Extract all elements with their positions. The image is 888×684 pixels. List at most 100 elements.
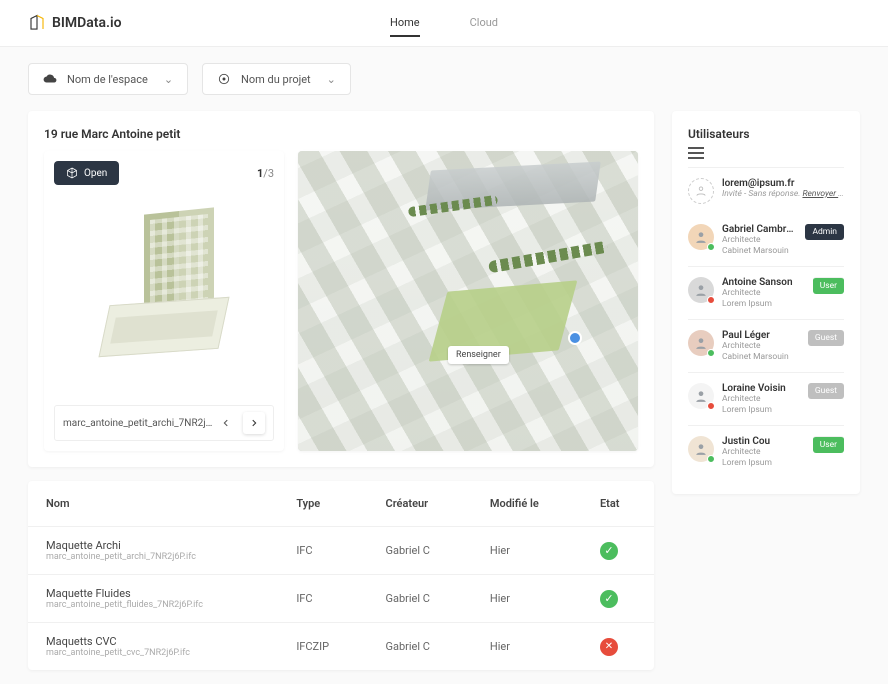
pending-email: lorem@ipsum.fr <box>722 178 844 189</box>
users-title: Utilisateurs <box>688 127 750 141</box>
avatar <box>688 436 714 462</box>
user-org: Lorem Ipsum <box>722 299 805 309</box>
chevron-left-icon <box>221 418 231 428</box>
users-panel: Utilisateurs lorem@ipsum.fr Invité - San… <box>672 111 860 494</box>
user-row[interactable]: Loraine Voisin Architecte Lorem Ipsum Gu… <box>688 372 844 425</box>
cell-name: Maquette Archimarc_antoine_petit_archi_7… <box>28 527 278 575</box>
cell-type: IFCZIP <box>278 623 367 671</box>
resend-invite-link[interactable]: Renvoyer l'invitation ? <box>802 189 844 199</box>
user-org: Lorem Ipsum <box>722 405 800 415</box>
target-icon <box>217 72 231 86</box>
role-badge[interactable]: Guest <box>808 330 844 346</box>
user-role: Architecte <box>722 447 805 458</box>
cell-creator: Gabriel C <box>368 527 472 575</box>
user-name: Gabriel Cambreling <box>722 224 797 235</box>
building-illustration <box>94 211 234 371</box>
project-title: 19 rue Marc Antoine petit <box>44 127 638 141</box>
role-badge[interactable]: User <box>813 436 844 453</box>
space-label: Nom de l'espace <box>67 73 148 86</box>
open-label: Open <box>84 168 107 179</box>
table-row[interactable]: Maquetts CVCmarc_antoine_petit_cvc_7NR2j… <box>28 623 654 671</box>
user-role: Architecte <box>722 235 797 246</box>
status-dot-icon <box>707 243 715 251</box>
cell-state: ✕ <box>582 623 654 671</box>
col-state[interactable]: Etat <box>582 481 654 527</box>
brand-icon <box>28 14 46 32</box>
status-ok-icon: ✓ <box>600 542 618 560</box>
open-model-button[interactable]: Open <box>54 161 119 185</box>
user-org: Cabinet Marsouin <box>722 352 800 362</box>
breadcrumb-row: Nom de l'espace ⌄ Nom du projet ⌄ <box>0 47 888 111</box>
user-row[interactable]: Paul Léger Architecte Cabinet Marsouin G… <box>688 319 844 372</box>
brand-text: BIMData.io <box>52 15 122 31</box>
user-org: Cabinet Marsouin <box>722 246 797 256</box>
cell-state: ✓ <box>582 575 654 623</box>
map-pin-icon[interactable] <box>568 331 582 345</box>
col-type[interactable]: Type <box>278 481 367 527</box>
tab-home[interactable]: Home <box>390 10 420 37</box>
cell-modified: Hier <box>472 575 582 623</box>
tab-cloud[interactable]: Cloud <box>470 10 498 37</box>
pending-status: Invité - Sans réponse. <box>722 189 800 199</box>
user-name: Loraine Voisin <box>722 383 800 394</box>
map-tooltip[interactable]: Renseigner <box>448 346 509 364</box>
users-menu-button[interactable] <box>688 147 844 159</box>
project-dropdown[interactable]: Nom du projet ⌄ <box>202 63 351 95</box>
files-table-panel: Nom Type Créateur Modifié le Etat Maquet… <box>28 481 654 670</box>
status-dot-icon <box>707 296 715 304</box>
cube-icon <box>66 167 78 179</box>
cell-type: IFC <box>278 575 367 623</box>
cloud-icon <box>43 74 57 84</box>
chevron-down-icon: ⌄ <box>164 73 173 86</box>
status-error-icon: ✕ <box>600 638 618 656</box>
model-viewport[interactable] <box>54 185 274 397</box>
prev-model-button[interactable] <box>215 412 237 434</box>
app-header: BIMData.io Home Cloud <box>0 0 888 47</box>
cell-modified: Hier <box>472 527 582 575</box>
cell-creator: Gabriel C <box>368 575 472 623</box>
table-row[interactable]: Maquette Fluidesmarc_antoine_petit_fluid… <box>28 575 654 623</box>
brand-logo[interactable]: BIMData.io <box>28 14 122 32</box>
avatar <box>688 224 714 250</box>
next-model-button[interactable] <box>243 412 265 434</box>
cell-type: IFC <box>278 527 367 575</box>
map-card[interactable]: Renseigner <box>298 151 638 451</box>
status-ok-icon: ✓ <box>600 590 618 608</box>
user-row[interactable]: Antoine Sanson Architecte Lorem Ipsum Us… <box>688 266 844 319</box>
nav-tabs: Home Cloud <box>390 10 498 37</box>
user-pending: lorem@ipsum.fr Invité - Sans réponse. Re… <box>688 167 844 214</box>
role-badge[interactable]: Admin <box>805 224 844 240</box>
chevron-down-icon: ⌄ <box>327 73 336 86</box>
user-org: Lorem Ipsum <box>722 458 805 468</box>
model-filename: marc_antoine_petit_archi_7NR2j6P.ifc <box>63 418 215 429</box>
avatar <box>688 383 714 409</box>
avatar <box>688 277 714 303</box>
model-counter: 1/3 <box>257 167 274 180</box>
cell-name: Maquette Fluidesmarc_antoine_petit_fluid… <box>28 575 278 623</box>
col-modified[interactable]: Modifié le <box>472 481 582 527</box>
role-badge[interactable]: User <box>813 277 844 294</box>
user-role: Architecte <box>722 288 805 299</box>
table-row[interactable]: Maquette Archimarc_antoine_petit_archi_7… <box>28 527 654 575</box>
user-name: Paul Léger <box>722 330 800 341</box>
user-role: Architecte <box>722 394 800 405</box>
chevron-right-icon <box>249 418 259 428</box>
col-name[interactable]: Nom <box>28 481 278 527</box>
project-label: Nom du projet <box>241 73 311 86</box>
user-row[interactable]: Justin Cou Architecte Lorem Ipsum User <box>688 425 844 478</box>
role-badge[interactable]: Guest <box>808 383 844 399</box>
status-dot-icon <box>707 455 715 463</box>
files-table: Nom Type Créateur Modifié le Etat Maquet… <box>28 481 654 670</box>
model-card: Open 1/3 marc_antoine_petit_archi_7 <box>44 151 284 451</box>
col-creator[interactable]: Créateur <box>368 481 472 527</box>
status-dot-icon <box>707 349 715 357</box>
user-row[interactable]: Gabriel Cambreling Architecte Cabinet Ma… <box>688 214 844 266</box>
project-panel: 19 rue Marc Antoine petit Open 1/3 <box>28 111 654 467</box>
user-role: Architecte <box>722 341 800 352</box>
space-dropdown[interactable]: Nom de l'espace ⌄ <box>28 63 188 95</box>
user-name: Justin Cou <box>722 436 805 447</box>
cell-state: ✓ <box>582 527 654 575</box>
cell-modified: Hier <box>472 623 582 671</box>
user-name: Antoine Sanson <box>722 277 805 288</box>
pending-user-icon <box>688 178 714 204</box>
